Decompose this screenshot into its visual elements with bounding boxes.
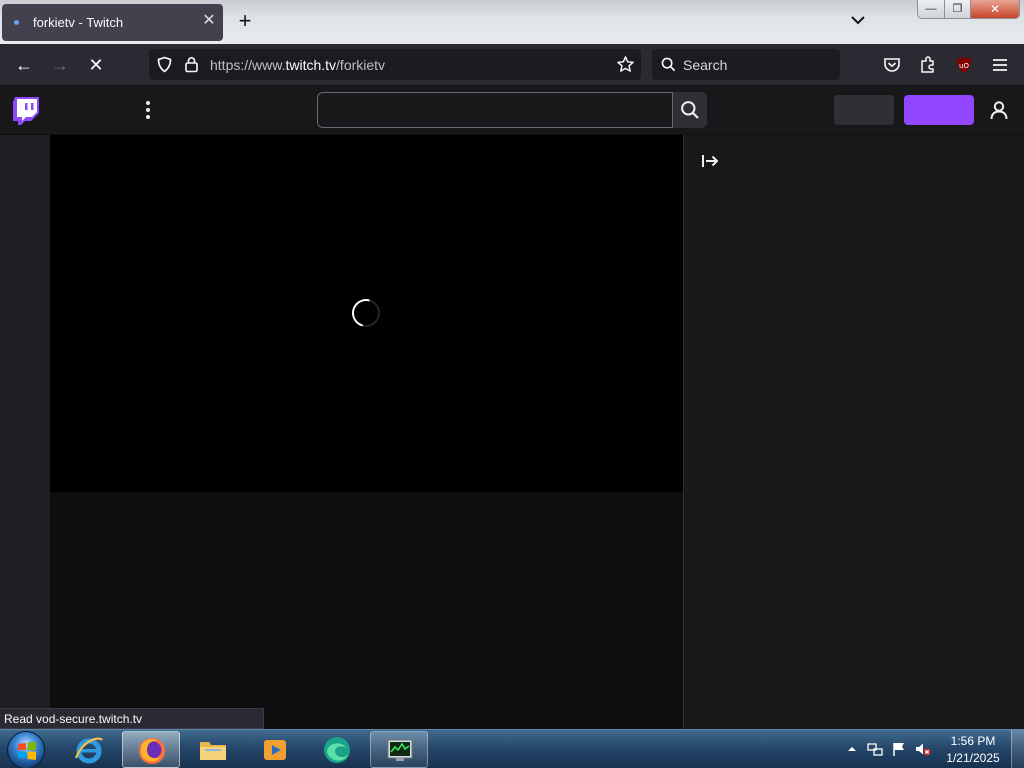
lock-icon[interactable] (184, 56, 199, 73)
video-player[interactable] (50, 135, 683, 492)
ublock-origin-icon[interactable]: uO (954, 55, 974, 75)
web-search-placeholder: Search (683, 57, 728, 73)
browser-tab-active[interactable]: forkietv - Twitch ✕ (2, 4, 223, 41)
collapse-chat-icon[interactable] (700, 151, 720, 171)
extensions-puzzle-icon[interactable] (918, 55, 938, 75)
tab-favicon-icon (14, 20, 19, 25)
firefox-icon (139, 738, 165, 764)
taskbar-edge[interactable] (308, 731, 366, 768)
task-manager-icon (387, 739, 413, 761)
clock-time[interactable]: 1:56 PM (940, 734, 1006, 748)
user-icon[interactable] (988, 99, 1010, 121)
sign-up-button[interactable] (904, 95, 974, 125)
show-desktop-button[interactable] (1011, 730, 1024, 768)
bookmark-star-icon[interactable] (616, 55, 635, 74)
url-domain: twitch.tv (285, 57, 337, 73)
media-player-icon (264, 740, 286, 760)
chat-panel (683, 135, 1024, 729)
loading-spinner-icon (346, 293, 386, 333)
edge-icon (324, 737, 350, 763)
web-search-bar[interactable]: Search (652, 49, 840, 80)
restore-window-button[interactable]: ❐ (945, 0, 971, 18)
windows-logo-icon (18, 741, 36, 760)
tab-close-icon[interactable]: ✕ (200, 12, 218, 30)
minimize-window-button[interactable]: — (918, 0, 945, 18)
url-prefix: https://www. (210, 57, 286, 73)
twitch-side-nav (0, 135, 50, 729)
hamburger-menu-icon[interactable] (990, 55, 1010, 75)
taskbar-file-explorer[interactable] (184, 731, 242, 768)
channel-info-area (50, 492, 683, 729)
more-options-icon[interactable] (140, 99, 156, 121)
start-button[interactable] (7, 731, 45, 768)
twitch-logo-icon[interactable] (13, 97, 39, 125)
taskbar-internet-explorer[interactable] (60, 731, 118, 768)
tab-title: forkietv - Twitch (33, 15, 124, 30)
list-all-tabs-chevron-icon[interactable] (848, 10, 868, 30)
search-icon (681, 101, 699, 119)
forward-button[interactable]: → (47, 52, 73, 78)
back-button[interactable]: ← (11, 52, 37, 78)
window-controls: — ❐ ✕ (917, 0, 1020, 19)
browser-toolbar: ← → ✕ https://www.twitch.tv/forkietv Sea… (0, 44, 1024, 106)
action-center-flag-icon[interactable] (891, 741, 907, 757)
search-icon (661, 57, 676, 72)
volume-muted-icon[interactable] (915, 741, 931, 757)
internet-explorer-icon (74, 737, 103, 764)
new-tab-button[interactable]: + (234, 10, 256, 32)
twitch-search-button[interactable] (673, 92, 707, 128)
address-bar[interactable]: https://www.twitch.tv/forkietv (149, 49, 641, 80)
browser-status-text: Read vod-secure.twitch.tv (0, 708, 264, 729)
taskbar-firefox[interactable] (122, 731, 180, 768)
pocket-icon[interactable] (882, 55, 902, 75)
taskbar-media-player[interactable] (246, 731, 304, 768)
tracking-protection-shield-icon[interactable] (156, 56, 173, 73)
twitch-search-input[interactable] (317, 92, 673, 128)
close-window-button[interactable]: ✕ (971, 0, 1019, 18)
log-in-button[interactable] (834, 95, 894, 125)
browser-tab-strip: forkietv - Twitch ✕ + — ❐ ✕ (0, 0, 1024, 44)
url-text[interactable]: https://www.twitch.tv/forkietv (210, 57, 385, 73)
stop-loading-button[interactable]: ✕ (83, 52, 109, 78)
show-hidden-icons-icon[interactable] (844, 741, 860, 757)
clock-date[interactable]: 1/21/2025 (940, 751, 1006, 765)
taskbar-task-manager[interactable] (370, 731, 428, 768)
windows-taskbar: 1:56 PM 1/21/2025 (0, 729, 1024, 768)
network-icon[interactable] (867, 741, 883, 757)
folder-icon (200, 742, 226, 760)
url-path: /forkietv (336, 57, 386, 73)
svg-text:uO: uO (959, 62, 969, 70)
twitch-top-nav (0, 85, 1024, 135)
